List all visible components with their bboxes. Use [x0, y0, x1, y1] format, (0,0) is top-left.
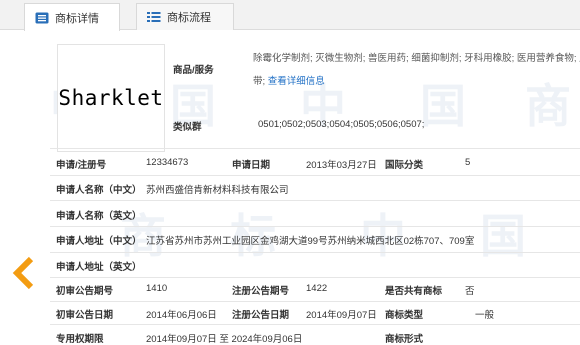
reg-no-label: 申请/注册号 [56, 160, 107, 171]
address-cn-label: 申请人地址（中文） [56, 236, 142, 247]
similar-group-label: 类似群 [173, 122, 202, 133]
divider [50, 148, 580, 149]
trademark-detail-panel: Sharklet 商品/服务 除霉化学制剂; 灭微生物剂; 兽医用药; 细菌抑制… [0, 30, 580, 345]
intl-class-label: 国际分类 [385, 160, 424, 171]
document-list-icon [35, 12, 49, 23]
period-value: 2014年09月07日 至 2024年09月06日 [146, 334, 303, 345]
reg-date-value: 2014年09月07日 [306, 310, 377, 321]
prelim-date-value: 2014年06月06日 [146, 310, 217, 321]
chevron-left-icon[interactable] [12, 256, 34, 290]
shared-label: 是否共有商标 [385, 286, 443, 297]
applicant-cn-value: 苏州西盛倍肯新材料科技有限公司 [146, 185, 289, 196]
divider [50, 226, 580, 227]
reg-issue-label: 注册公告期号 [232, 286, 290, 297]
app-date-value: 2013年03月27日 [306, 160, 377, 171]
prelim-issue-label: 初审公告期号 [56, 286, 114, 297]
divider [50, 175, 580, 176]
reg-issue-value: 1422 [306, 283, 328, 294]
trademark-logo-text: Sharklet [58, 86, 164, 110]
goods-label: 商品/服务 [173, 65, 214, 76]
app-date-label: 申请日期 [232, 160, 271, 171]
period-label: 专用权期限 [56, 334, 104, 345]
type-label: 商标类型 [385, 310, 424, 321]
prelim-date-label: 初审公告日期 [56, 310, 114, 321]
form-label: 商标形式 [385, 334, 424, 345]
goods-value-line2: 带; [253, 76, 266, 87]
type-value: 一般 [475, 310, 495, 321]
flow-list-icon [147, 12, 161, 22]
tab-label: 商标详情 [55, 12, 99, 25]
divider [50, 301, 580, 302]
applicant-cn-label: 申请人名称（中文） [56, 185, 142, 196]
trademark-image: Sharklet [57, 44, 165, 152]
reg-date-label: 注册公告日期 [232, 310, 290, 321]
divider [50, 324, 580, 325]
shared-value: 否 [465, 286, 475, 297]
goods-value: 除霉化学制剂; 灭微生物剂; 兽医用药; 细菌抑制剂; 牙科用橡胶; 医用营养食… [253, 53, 580, 64]
tab-trademark-details[interactable]: 商标详情 [24, 3, 120, 31]
tab-label: 商标流程 [167, 12, 211, 24]
goods-value-cont: 带; 查看详细信息 [253, 73, 325, 87]
intl-class-value: 5 [465, 157, 471, 168]
divider [50, 200, 580, 201]
address-en-label: 申请人地址（英文） [56, 262, 142, 273]
tab-trademark-process[interactable]: 商标流程 [136, 3, 234, 30]
view-details-link[interactable]: 查看详细信息 [268, 76, 325, 87]
address-cn-value: 江苏省苏州市苏州工业园区金鸡湖大道99号苏州纳米城西北区02栋707、709室 [146, 236, 475, 247]
prelim-issue-value: 1410 [146, 283, 168, 294]
reg-no-value: 12334673 [146, 157, 189, 168]
divider [50, 277, 580, 278]
similar-group-value: 0501;0502;0503;0504;0505;0506;0507; [258, 119, 425, 130]
divider [50, 252, 580, 253]
applicant-en-label: 申请人名称（英文） [56, 211, 142, 222]
tab-bar: 商标详情 商标流程 [0, 0, 580, 31]
